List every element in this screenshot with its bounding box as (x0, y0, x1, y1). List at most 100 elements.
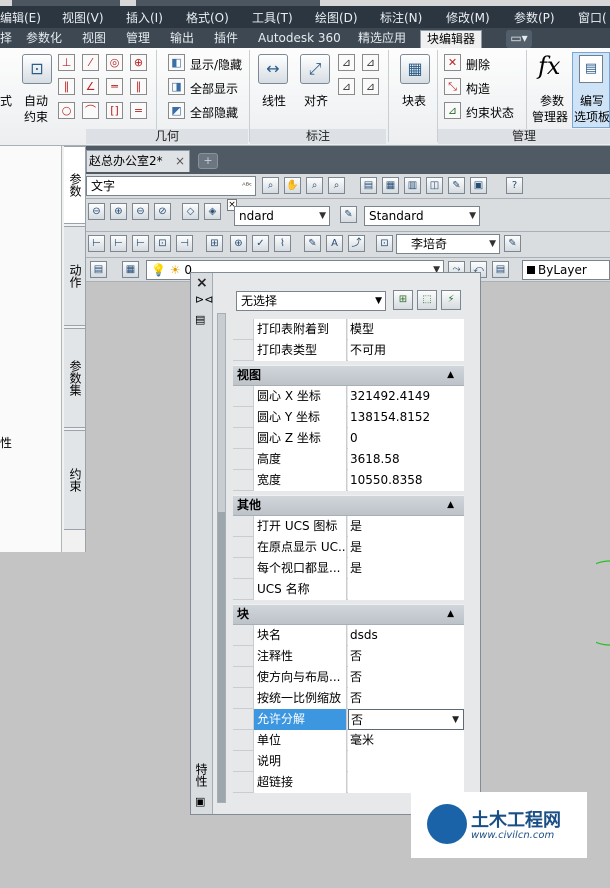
dim-style-dropdown[interactable]: Standard ▼ (364, 206, 480, 226)
construction-label[interactable]: 构造 (466, 80, 490, 97)
property-row[interactable]: 圆心 Z 坐标 0 (233, 428, 464, 449)
tool-palettes-icon[interactable]: ▥ (404, 177, 421, 194)
property-value[interactable]: 138154.8152 (348, 407, 464, 428)
property-value[interactable] (348, 579, 464, 600)
property-value[interactable]: 是 (348, 537, 464, 558)
properties-scrollbar[interactable] (217, 313, 226, 803)
menu-tools[interactable]: 工具(T) (252, 9, 293, 26)
menu-draw[interactable]: 绘图(D) (315, 9, 358, 26)
palette-menu-icon[interactable]: ▤ (195, 313, 205, 326)
dim-style-manager-icon[interactable]: ⊡ (376, 235, 393, 252)
aligned-dimension-icon[interactable]: ⤢ (300, 54, 330, 84)
fx-icon[interactable]: fx (538, 52, 560, 80)
property-row[interactable]: 按统一比例缩放否 (233, 688, 464, 709)
constraint-status-icon[interactable]: ⊿ (444, 102, 461, 119)
property-row[interactable]: 单位 毫米 (233, 730, 464, 751)
solid-box-icon[interactable]: ⊖ (88, 203, 105, 220)
solid-subtract-icon[interactable]: ⊖ (132, 203, 149, 220)
param-manager-label-1[interactable]: 参数 (540, 92, 564, 109)
menu-edit[interactable]: 编辑(E) (0, 9, 41, 26)
property-value[interactable]: 10550.8358 (348, 470, 464, 491)
dim-style-select[interactable]: 李培奇 ▼ (396, 234, 500, 254)
zoom-previous-icon[interactable]: ⌕ (328, 177, 345, 194)
center-mark-icon[interactable]: ⊕ (230, 235, 247, 252)
radial-icon[interactable]: ⊿ (362, 54, 379, 71)
edit-options-label-2[interactable]: 选项板 (574, 108, 610, 125)
dim-override-icon[interactable]: ✎ (504, 235, 521, 252)
dim-baseline-icon[interactable]: ⊢ (110, 235, 127, 252)
property-row[interactable]: 在原点显示 UC... 是 (233, 537, 464, 558)
property-row[interactable]: 圆心 Y 坐标 138154.8152 (233, 407, 464, 428)
search-input[interactable]: 文字 ᴬᴮᶜ (86, 176, 256, 196)
property-value[interactable]: 否 (348, 667, 464, 688)
property-row-selected[interactable]: 允许分解 否 ▼ (233, 709, 464, 730)
property-row[interactable]: 打印表附着到 模型 (233, 319, 464, 340)
convert-icon[interactable]: ⊿ (362, 78, 379, 95)
properties-icon[interactable]: ▤ (360, 177, 377, 194)
property-row[interactable]: 打印表类型 不可用 (233, 340, 464, 361)
property-row[interactable]: 圆心 X 坐标 321492.4149 (233, 386, 464, 407)
property-row[interactable]: UCS 名称 (233, 579, 464, 600)
section-block-header[interactable]: 块 ▲ (233, 604, 464, 625)
aligned-label[interactable]: 对齐 (304, 92, 328, 109)
tab-actions[interactable]: 动作 (64, 226, 86, 326)
collapse-icon[interactable]: ▲ (447, 605, 454, 624)
linear-dimension-icon[interactable]: ↔ (258, 54, 288, 84)
property-row[interactable]: 高度 3618.58 (233, 449, 464, 470)
dim-space-icon[interactable]: ⊡ (154, 235, 171, 252)
property-row[interactable]: 打开 UCS 图标是 (233, 516, 464, 537)
construction-icon[interactable]: ⤡ (444, 78, 461, 95)
property-value[interactable]: dsds (348, 625, 464, 646)
menu-insert[interactable]: 插入(I) (126, 9, 163, 26)
parallel-icon[interactable]: ∥ (58, 78, 75, 95)
dim-update-icon[interactable]: ⤴ (348, 235, 365, 252)
tab-manage[interactable]: 管理 (126, 30, 150, 48)
pan-icon[interactable]: ✋ (284, 177, 301, 194)
toggle-pickadd-icon[interactable]: ⊞ (393, 290, 413, 310)
menu-parameter[interactable]: 参数(P) (514, 9, 555, 26)
symmetric-icon[interactable]: [] (106, 102, 123, 119)
dim-style-icon[interactable]: ✎ (340, 206, 357, 223)
tangent-icon[interactable]: ○ (58, 102, 75, 119)
diameter-icon[interactable]: ⊿ (338, 78, 355, 95)
layer-manager-icon[interactable]: ▦ (122, 261, 139, 278)
view-3d-icon[interactable]: ◇ (182, 203, 199, 220)
menu-dimension[interactable]: 标注(N) (380, 9, 422, 26)
dim-continue-icon[interactable]: ⊢ (132, 235, 149, 252)
object-type-dropdown[interactable]: 无选择 ▼ (236, 291, 386, 311)
horizontal-icon[interactable]: ═ (106, 78, 123, 95)
property-row[interactable]: 宽度 10550.8358 (233, 470, 464, 491)
layer-state-icon[interactable]: ▤ (492, 261, 509, 278)
quickcalc-icon[interactable]: ▣ (470, 177, 487, 194)
zoom-window-icon[interactable]: ⌕ (306, 177, 323, 194)
tab-parametric[interactable]: 参数化 (26, 30, 62, 48)
vertical-icon[interactable]: ∥ (130, 78, 147, 95)
property-row[interactable]: 每个视口都显... 是 (233, 558, 464, 579)
property-value[interactable]: 是 (348, 516, 464, 537)
autohide-icon[interactable]: ⊳⊲ (195, 293, 213, 306)
show-all-icon[interactable]: ◨ (168, 78, 185, 95)
dim-break-icon[interactable]: ⊣ (176, 235, 193, 252)
dim-linear-icon[interactable]: ⊢ (88, 235, 105, 252)
dim-edit-icon[interactable]: ✎ (304, 235, 321, 252)
jogged-linear-icon[interactable]: ⌇ (274, 235, 291, 252)
property-value[interactable]: 是 (348, 558, 464, 579)
fix-icon[interactable]: ⊕ (130, 54, 147, 71)
delete-constraint-icon[interactable]: ✕ (444, 54, 461, 71)
markup-icon[interactable]: ✎ (448, 177, 465, 194)
property-value[interactable]: 321492.4149 (348, 386, 464, 407)
property-row[interactable]: 超链接 (233, 772, 464, 793)
layer-properties-icon[interactable]: ▤ (90, 261, 107, 278)
delete-label[interactable]: 删除 (466, 56, 490, 73)
property-value[interactable]: 毫米 (348, 730, 464, 751)
tab-constraints[interactable]: 约束 (64, 430, 86, 530)
dim-text-edit-icon[interactable]: A (326, 235, 343, 252)
collapse-icon[interactable]: ▲ (447, 366, 454, 385)
block-table-icon[interactable]: ▦ (400, 54, 430, 84)
menu-window[interactable]: 窗口( (578, 9, 607, 26)
document-tab[interactable]: 赵总办公室2* × (86, 150, 190, 172)
property-value-dropdown[interactable]: 否 ▼ (348, 709, 464, 730)
tab-plugins[interactable]: 插件 (214, 30, 238, 48)
tab-featured-apps[interactable]: 精选应用 (358, 30, 406, 48)
tab-output[interactable]: 输出 (170, 30, 194, 48)
